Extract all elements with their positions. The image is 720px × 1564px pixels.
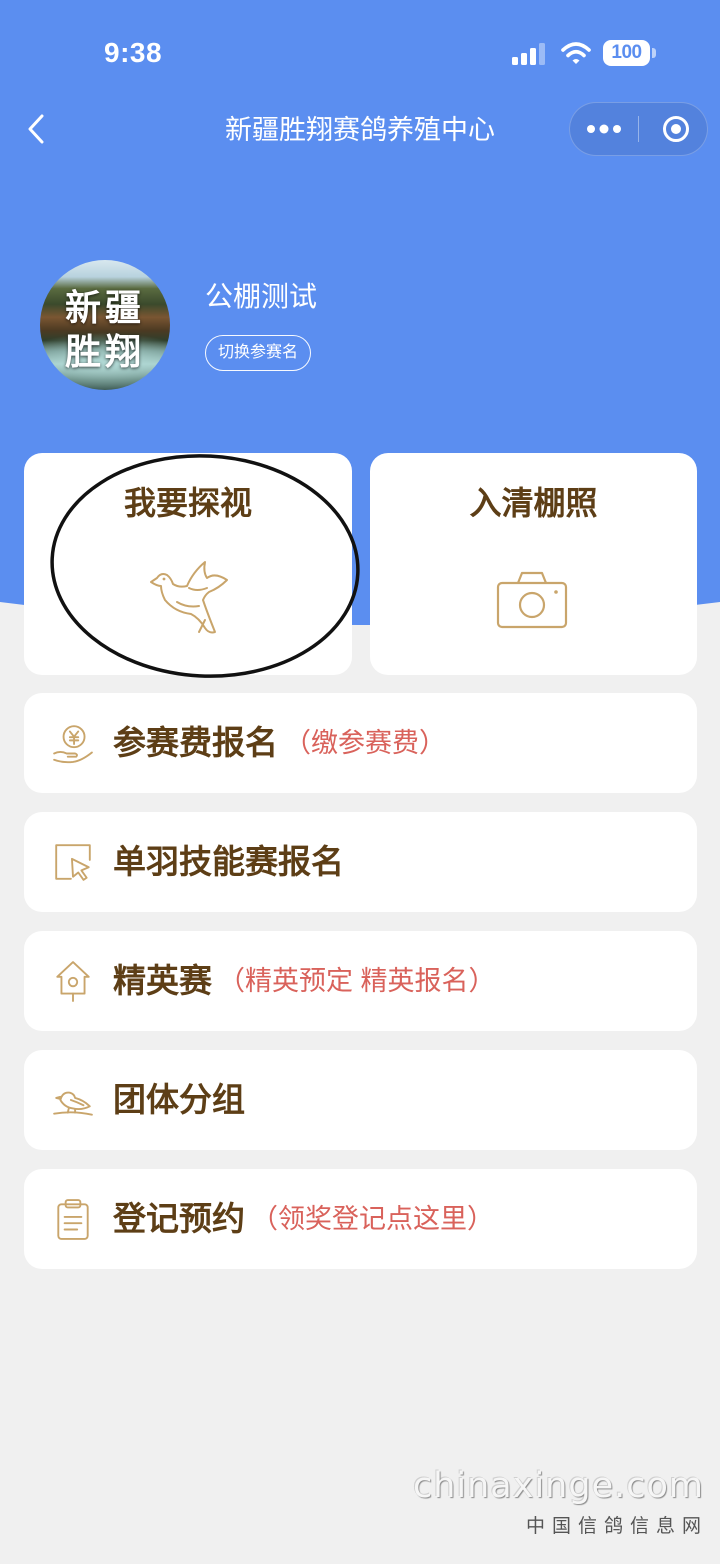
status-time: 9:38 [104, 37, 163, 68]
page-title: 新疆胜翔赛鸽养殖中心 [225, 115, 495, 145]
back-button[interactable] [22, 110, 52, 148]
bird-perch-icon [53, 1091, 93, 1116]
signal-icon [512, 43, 545, 65]
capsule-menu [569, 102, 708, 156]
more-dots-icon [587, 124, 621, 134]
menu-item-registration[interactable]: 登记预约 （领奖登记点这里） [24, 1169, 697, 1269]
profile-name: 公棚测试 [205, 281, 318, 312]
menu-item-single-skill[interactable]: 单羽技能赛报名 [24, 812, 697, 912]
menu-item-label: 登记预约 [113, 1200, 245, 1237]
menu-item-entry-fee[interactable]: 参赛费报名 （缴参赛费） [24, 693, 697, 793]
avatar-logo-text: 新疆 [64, 287, 145, 329]
menu-item-label: 团体分组 [113, 1081, 245, 1118]
menu-item-note: （缴参赛费） [284, 728, 446, 758]
birdhouse-icon [56, 961, 90, 1002]
menu-item-note: （领奖登记点这里） [251, 1204, 494, 1234]
cleaning-photo-card[interactable]: 入清棚照 [370, 453, 697, 675]
menu-item-label: 单羽技能赛报名 [113, 843, 344, 880]
more-button[interactable] [570, 103, 639, 155]
menu-list: 参赛费报名 （缴参赛费） 单羽技能赛报名 精英赛 （精英预定 精英报名） 团体分… [24, 693, 697, 1269]
cursor-box-icon [55, 844, 91, 881]
wifi-icon [561, 42, 591, 64]
menu-item-team-grouping[interactable]: 团体分组 [24, 1050, 697, 1150]
watermark-domain: chinaxinge.com [412, 1466, 704, 1506]
camera-icon [496, 571, 568, 629]
avatar-logo-text: 胜翔 [64, 331, 145, 373]
yen-hand-icon [53, 725, 93, 764]
card-title: 我要探视 [123, 485, 252, 521]
app-screen: 9:38 100 新疆胜翔赛鸽养殖中心 新疆 胜翔 公棚测试 切换参赛名 我要探… [0, 0, 720, 1564]
target-circle-icon [663, 116, 689, 142]
battery-nub [652, 48, 656, 58]
clipboard-icon [57, 1199, 89, 1240]
watermark-site-name: 中国信鸽信息网 [525, 1516, 708, 1537]
avatar[interactable]: 新疆 胜翔 [40, 260, 170, 390]
switch-entry-name-button[interactable]: 切换参赛名 [205, 335, 311, 371]
menu-item-label: 精英赛 [113, 962, 212, 999]
menu-item-note: （精英预定 精英报名） [218, 966, 496, 996]
exit-button[interactable] [639, 103, 707, 155]
menu-item-label: 参赛费报名 [113, 724, 278, 761]
menu-item-elite-race[interactable]: 精英赛 （精英预定 精英报名） [24, 931, 697, 1031]
chevron-left-icon [28, 114, 44, 144]
battery-icon: 100 [603, 40, 650, 66]
visit-card[interactable]: 我要探视 [24, 453, 352, 675]
dove-icon [150, 561, 228, 634]
card-title: 入清棚照 [469, 485, 598, 521]
